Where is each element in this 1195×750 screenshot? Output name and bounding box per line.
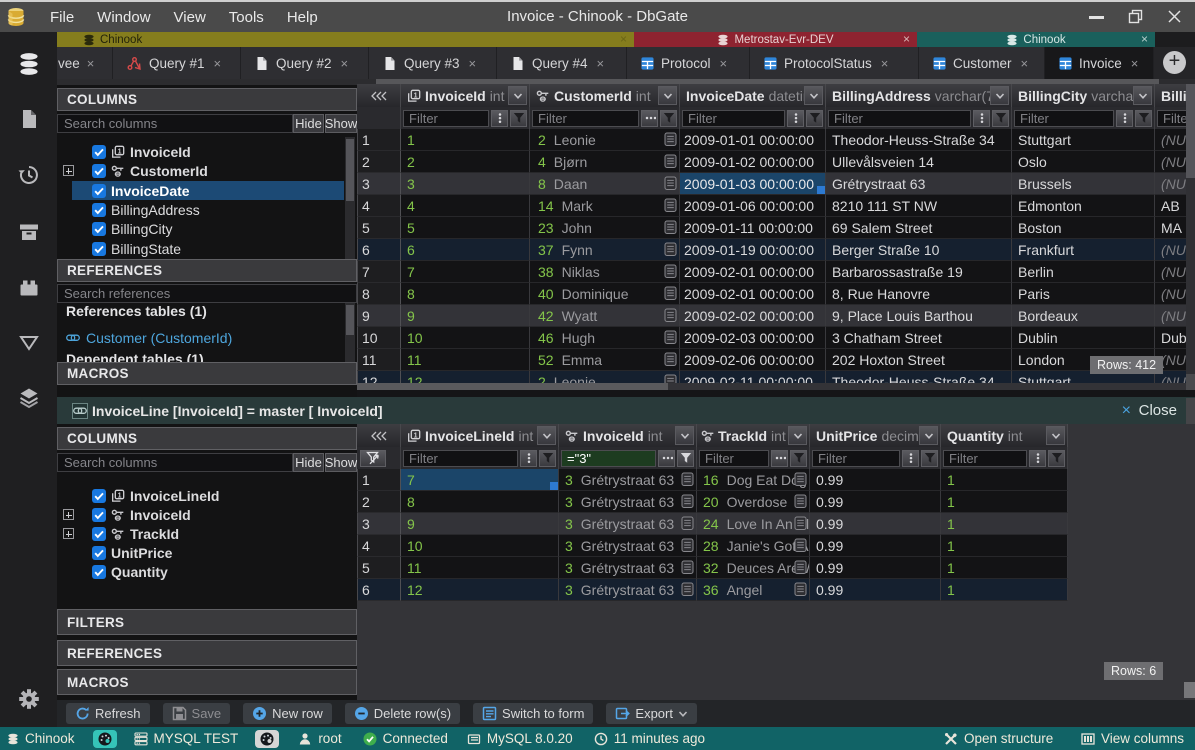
svg-text:1: 1 (118, 492, 122, 499)
svg-text:1: 1 (414, 92, 418, 99)
svg-text:1: 1 (414, 432, 418, 439)
svg-text:1: 1 (118, 148, 122, 155)
